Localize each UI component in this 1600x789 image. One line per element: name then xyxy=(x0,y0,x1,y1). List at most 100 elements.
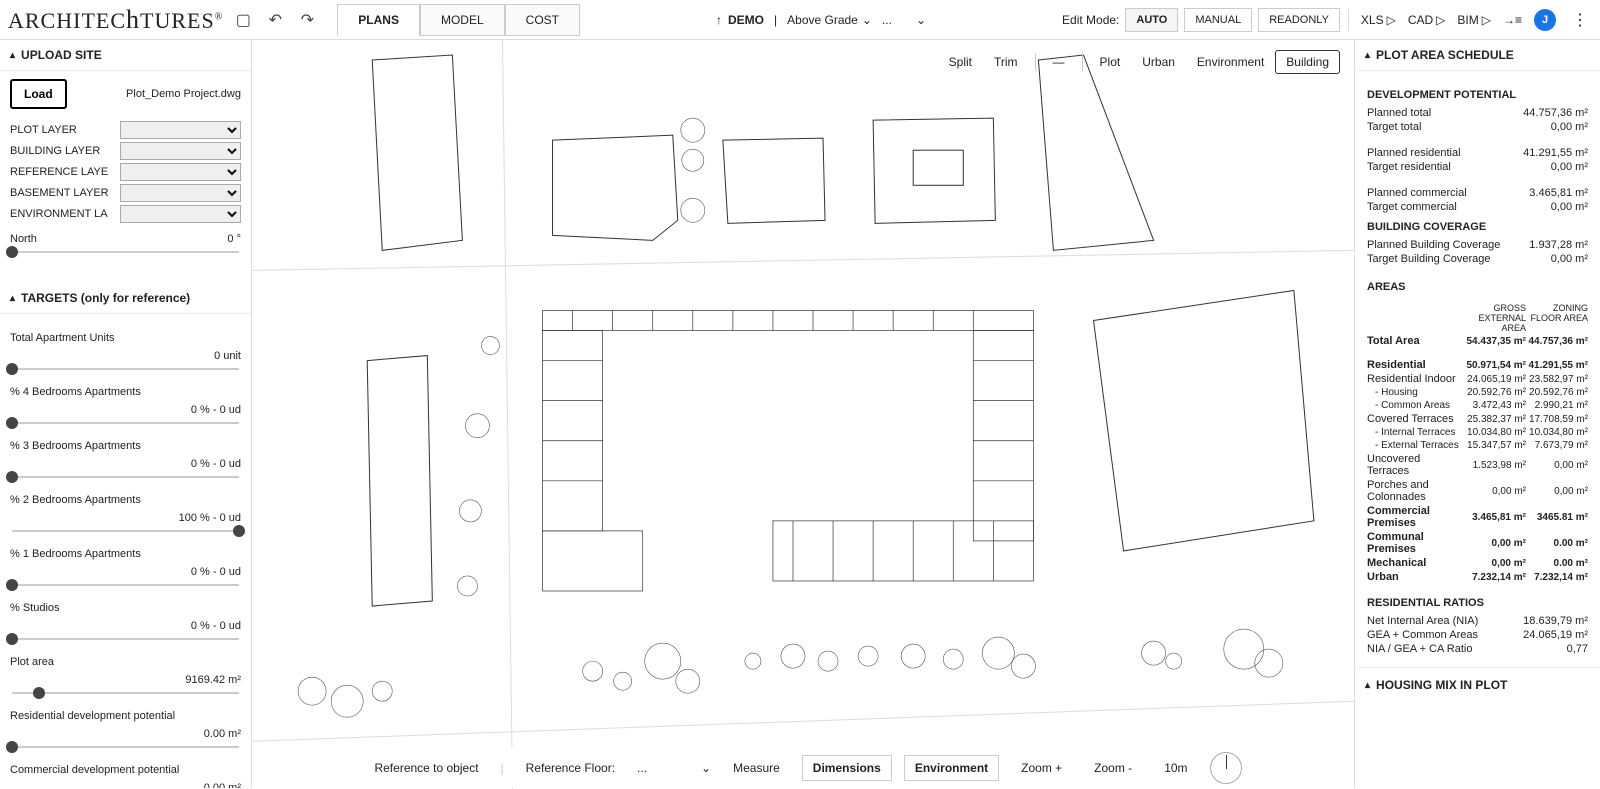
metric-value: 0,00 xyxy=(1551,201,1588,213)
targets-header[interactable]: TARGETS (only for reference) xyxy=(0,283,251,314)
area-value-zfa: 20.592,76 xyxy=(1526,387,1588,398)
mode-auto[interactable]: AUTO xyxy=(1125,8,1178,32)
reference-floor-dropdown[interactable]: ...⌄ xyxy=(637,761,711,775)
zoom-in-button[interactable]: Zoom + xyxy=(1011,756,1072,780)
area-label: Urban xyxy=(1367,571,1464,583)
plot-area-schedule-header[interactable]: PLOT AREA SCHEDULE xyxy=(1355,40,1600,71)
upload-site-header[interactable]: UPLOAD SITE xyxy=(0,40,251,71)
layer-urban[interactable]: Urban xyxy=(1131,50,1186,74)
area-value-gea: 10.034,80 xyxy=(1464,427,1526,438)
metric-value: 0,00 xyxy=(1551,253,1588,265)
area-value-gea: 20.592,76 xyxy=(1464,387,1526,398)
area-label: Commercial Premises xyxy=(1367,505,1464,529)
area-value-gea: 25.382,37 xyxy=(1464,414,1526,425)
target-slider[interactable] xyxy=(12,746,239,748)
upload-demo-button[interactable]: ↑ DEMO xyxy=(716,13,764,27)
area-value-zfa: 23.582,97 xyxy=(1526,374,1588,385)
target-slider[interactable] xyxy=(12,368,239,370)
export-extra-icon[interactable]: →≡ xyxy=(1503,13,1522,27)
target-label: % 3 Bedrooms Apartments xyxy=(10,440,141,452)
tab-cost[interactable]: COST xyxy=(505,4,580,36)
export-xls[interactable]: XLS▷ xyxy=(1361,13,1396,27)
target-slider[interactable] xyxy=(12,584,239,586)
bldg-coverage-title: BUILDING COVERAGE xyxy=(1367,221,1588,233)
metric-label: Target Building Coverage xyxy=(1367,253,1491,265)
area-label: Covered Terraces xyxy=(1367,413,1464,425)
topbar: ARCHITEChTURES® ▢ ↶ ↷ PLANS MODEL COST ↑… xyxy=(0,0,1600,40)
right-panel: PLOT AREA SCHEDULE DEVELOPMENT POTENTIAL… xyxy=(1354,40,1600,788)
save-icon[interactable]: ▢ xyxy=(231,8,255,32)
area-value-gea: 54.437,35 xyxy=(1464,336,1526,347)
area-label: - Internal Terraces xyxy=(1367,427,1464,438)
building-layer-select[interactable] xyxy=(120,142,241,160)
undo-icon[interactable]: ↶ xyxy=(263,8,287,32)
area-value-zfa: 44.757,36 xyxy=(1526,336,1588,347)
export-cad[interactable]: CAD▷ xyxy=(1408,13,1446,27)
dimensions-button[interactable]: Dimensions xyxy=(802,755,892,781)
grade-dropdown[interactable]: Above Grade ⌄ xyxy=(787,13,872,27)
more-menu-icon[interactable]: ⋮ xyxy=(1568,10,1592,30)
secondary-dropdown[interactable]: ... ⌄ xyxy=(882,13,926,27)
area-value-gea: 0,00 xyxy=(1464,558,1526,569)
area-label: Porches and Colonnades xyxy=(1367,479,1464,503)
area-label: Total Area xyxy=(1367,335,1464,347)
upload-site-body: Load Plot_Demo Project.dwg PLOT LAYER BU… xyxy=(0,71,251,283)
export-bim[interactable]: BIM▷ xyxy=(1457,13,1491,27)
environment-button[interactable]: Environment xyxy=(904,755,999,781)
target-slider[interactable] xyxy=(12,530,239,532)
filename-label: Plot_Demo Project.dwg xyxy=(126,88,241,100)
area-value-zfa: 3465.81 xyxy=(1526,512,1588,523)
tab-model[interactable]: MODEL xyxy=(420,4,505,36)
target-value: 0 % - 0 ud xyxy=(10,620,241,632)
area-value-zfa: 41.291,55 xyxy=(1526,360,1588,371)
layer-building[interactable]: Building xyxy=(1275,50,1340,74)
target-slider[interactable] xyxy=(12,692,239,694)
north-slider[interactable] xyxy=(12,251,239,253)
scale-label: 10m xyxy=(1154,756,1197,780)
target-label: Plot area xyxy=(10,656,54,668)
target-value: 9169.42 m² xyxy=(10,674,241,686)
mode-readonly[interactable]: READONLY xyxy=(1258,8,1340,32)
zoom-out-button[interactable]: Zoom - xyxy=(1084,756,1142,780)
basement-layer-select[interactable] xyxy=(120,184,241,202)
area-value-gea: 1.523,98 xyxy=(1464,460,1526,471)
tool-minus[interactable]: — xyxy=(1042,50,1076,74)
target-slider[interactable] xyxy=(12,476,239,478)
housing-mix-header[interactable]: HOUSING MIX IN PLOT xyxy=(1355,667,1600,702)
metric-label: Planned Building Coverage xyxy=(1367,239,1500,251)
play-icon: ▷ xyxy=(1436,13,1445,27)
area-value-zfa: 17.708,59 xyxy=(1526,414,1588,425)
area-value-gea: 0,00 xyxy=(1464,486,1526,497)
compass-icon[interactable] xyxy=(1210,752,1242,784)
target-slider[interactable] xyxy=(12,422,239,424)
environment-layer-label: ENVIRONMENT LA xyxy=(10,208,120,220)
tool-split[interactable]: Split xyxy=(938,50,983,74)
redo-icon[interactable]: ↷ xyxy=(295,8,319,32)
target-value: 0 % - 0 ud xyxy=(10,458,241,470)
measure-button[interactable]: Measure xyxy=(723,756,790,780)
layer-environment[interactable]: Environment xyxy=(1186,50,1275,74)
tab-plans[interactable]: PLANS xyxy=(337,4,420,36)
area-value-gea: 3.465,81 xyxy=(1464,512,1526,523)
mode-manual[interactable]: MANUAL xyxy=(1184,8,1252,32)
layer-plot[interactable]: Plot xyxy=(1089,50,1132,74)
metric-value: 1.937,28 xyxy=(1529,239,1588,251)
reference-layer-select[interactable] xyxy=(120,163,241,181)
target-value: 100 % - 0 ud xyxy=(10,512,241,524)
load-button[interactable]: Load xyxy=(10,79,67,109)
plot-layer-select[interactable] xyxy=(120,121,241,139)
tool-trim[interactable]: Trim xyxy=(983,50,1029,74)
grade-label: Above Grade xyxy=(787,13,858,27)
reference-to-object[interactable]: Reference to object xyxy=(364,756,488,780)
target-label: % 2 Bedrooms Apartments xyxy=(10,494,141,506)
target-slider[interactable] xyxy=(12,638,239,640)
play-icon: ▷ xyxy=(1387,13,1396,27)
canvas-toolbar: Split Trim — Plot Urban Environment Buil… xyxy=(938,50,1340,74)
main-tabs: PLANS MODEL COST xyxy=(337,4,580,36)
area-value-gea: 0,00 xyxy=(1464,538,1526,549)
canvas[interactable]: Split Trim — Plot Urban Environment Buil… xyxy=(252,40,1354,788)
avatar[interactable]: J xyxy=(1534,9,1556,31)
environment-layer-select[interactable] xyxy=(120,205,241,223)
area-value-zfa: 7.673,79 xyxy=(1526,440,1588,451)
metric-label: Planned commercial xyxy=(1367,187,1467,199)
